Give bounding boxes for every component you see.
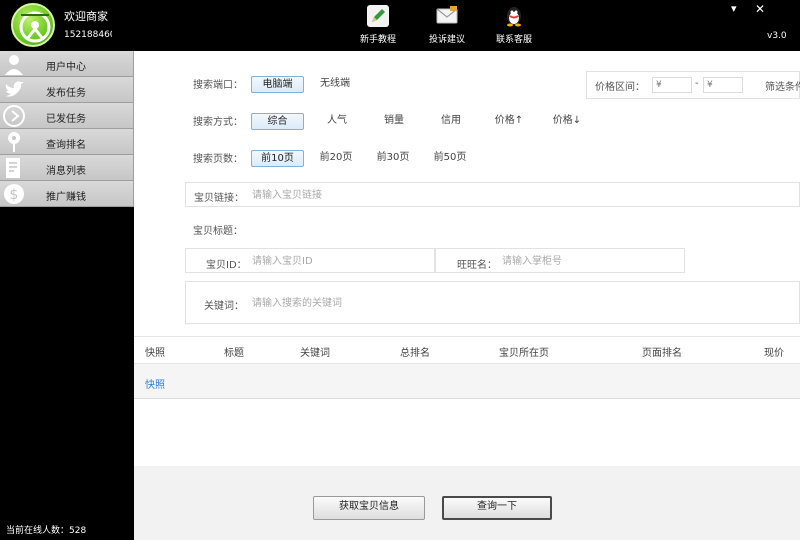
sidebar-item-label: 查询排名: [46, 140, 86, 151]
results-table-body: [134, 399, 800, 466]
port-label: 搜索端口：: [193, 80, 243, 91]
results-table-header: 快照 标题 关键词 总排名 宝贝所在页 页面排名 现价: [134, 336, 800, 364]
column-header-snapshot: 快照: [145, 348, 165, 359]
nav-service-label: 联系客服: [495, 35, 532, 45]
keyword-box: 关键词：: [185, 281, 800, 324]
method-option-price-asc[interactable]: 价格↑: [489, 113, 529, 130]
sidebar-item-label: 发布任务: [46, 88, 86, 99]
app-logo: [11, 3, 55, 47]
pencil-icon: [367, 5, 389, 27]
item-link-box: 宝贝链接：: [185, 182, 800, 207]
sidebar-item-label: 推广赚钱: [46, 192, 86, 203]
version-label: v3.0: [767, 31, 787, 41]
column-header-title: 标题: [224, 348, 244, 359]
price-max-input[interactable]: [703, 77, 743, 93]
nav-complaint-button[interactable]: 投诉建议: [417, 4, 477, 45]
sidebar-item-label: 消息列表: [46, 166, 86, 177]
online-count: 当前在线人数：528: [6, 526, 87, 536]
item-id-input[interactable]: [252, 254, 422, 268]
column-header-current-price: 现价: [764, 348, 784, 359]
sidebar-item-label: 用户中心: [46, 62, 86, 73]
sidebar-item-sent-tasks[interactable]: 已发任务: [0, 103, 134, 129]
method-option-sales[interactable]: 销量: [374, 113, 414, 130]
query-button[interactable]: 查询一下: [442, 496, 552, 520]
keyword-input[interactable]: [252, 296, 772, 310]
twitter-bird-icon: [5, 81, 24, 97]
location-pin-icon: [8, 132, 20, 152]
search-form: 搜索端口： 电脑端 无线端 价格区间： - 筛选条件 搜索方式： 综合 人气 销…: [134, 51, 800, 336]
item-id-box: 宝贝ID：: [185, 248, 435, 273]
price-range-box: 价格区间： - 筛选条件: [586, 71, 800, 99]
mail-icon: [436, 6, 458, 24]
pages-option-10[interactable]: 前10页: [251, 150, 304, 167]
svg-text:$: $: [10, 187, 19, 203]
table-row[interactable]: 快照: [134, 364, 800, 399]
sidebar-item-user-center[interactable]: 用户中心: [0, 51, 134, 77]
main-panel: 搜索端口： 电脑端 无线端 价格区间： - 筛选条件 搜索方式： 综合 人气 销…: [134, 51, 800, 540]
sidebar-item-label: 已发任务: [46, 114, 86, 125]
item-link-input[interactable]: [252, 188, 752, 202]
column-header-page-rank: 页面排名: [642, 348, 682, 359]
price-label: 价格区间：: [595, 82, 645, 93]
play-circle-icon: [3, 105, 25, 127]
pages-option-50[interactable]: 前50页: [430, 150, 470, 167]
item-title-label: 宝贝标题：: [193, 226, 243, 237]
port-option-mobile[interactable]: 无线端: [315, 76, 355, 93]
filter-conditions-link[interactable]: 筛选条件: [765, 78, 800, 93]
top-bar: 欢迎商家 1521884606 新手教程 投诉建议 联系客服 ▾ ✕ v3.0: [0, 0, 800, 51]
method-label: 搜索方式：: [193, 117, 243, 128]
method-option-popularity[interactable]: 人气: [317, 113, 357, 130]
fetch-item-info-button[interactable]: 获取宝贝信息: [313, 496, 425, 520]
sidebar-item-query-rank[interactable]: 查询排名: [0, 129, 134, 155]
sidebar: 用户中心 发布任务 已发任务 查询排名 消息列表 $ 推广赚钱: [0, 51, 134, 540]
user-icon: [5, 55, 23, 75]
wangwang-box: 旺旺名：: [435, 248, 685, 273]
method-option-price-desc[interactable]: 价格↓: [547, 113, 587, 130]
sidebar-item-messages[interactable]: 消息列表: [0, 155, 134, 181]
port-option-pc[interactable]: 电脑端: [251, 76, 304, 93]
nav-tutorial-label: 新手教程: [359, 35, 396, 45]
wangwang-input[interactable]: [502, 254, 672, 268]
welcome-text: 欢迎商家: [64, 10, 108, 23]
wangwang-label: 旺旺名：: [457, 260, 497, 271]
column-header-total-rank: 总排名: [400, 348, 430, 359]
account-number: 1521884606: [64, 30, 112, 40]
method-option-credit[interactable]: 信用: [431, 113, 471, 130]
pages-option-30[interactable]: 前30页: [373, 150, 413, 167]
column-header-item-page: 宝贝所在页: [499, 348, 549, 359]
sidebar-item-promote-earn[interactable]: $ 推广赚钱: [0, 181, 134, 207]
price-separator: -: [695, 78, 699, 89]
column-header-keyword: 关键词: [300, 348, 330, 359]
snapshot-link[interactable]: 快照: [145, 376, 165, 391]
qq-penguin-icon: [507, 7, 521, 27]
dollar-coin-icon: $: [4, 184, 24, 204]
item-link-label: 宝贝链接：: [194, 193, 244, 204]
pages-option-20[interactable]: 前20页: [316, 150, 356, 167]
method-option-overall[interactable]: 综合: [251, 113, 304, 130]
item-id-label: 宝贝ID：: [206, 260, 247, 271]
close-button[interactable]: ✕: [755, 2, 765, 16]
nav-tutorial-button[interactable]: 新手教程: [348, 4, 408, 45]
nav-service-button[interactable]: 联系客服: [484, 4, 544, 45]
sidebar-item-publish-task[interactable]: 发布任务: [0, 77, 134, 103]
keyword-label: 关键词：: [204, 301, 244, 312]
price-min-input[interactable]: [652, 77, 692, 93]
nav-complaint-label: 投诉建议: [428, 35, 465, 45]
minimize-button[interactable]: ▾: [731, 2, 737, 15]
document-list-icon: [6, 158, 20, 178]
pages-label: 搜索页数：: [193, 154, 243, 165]
